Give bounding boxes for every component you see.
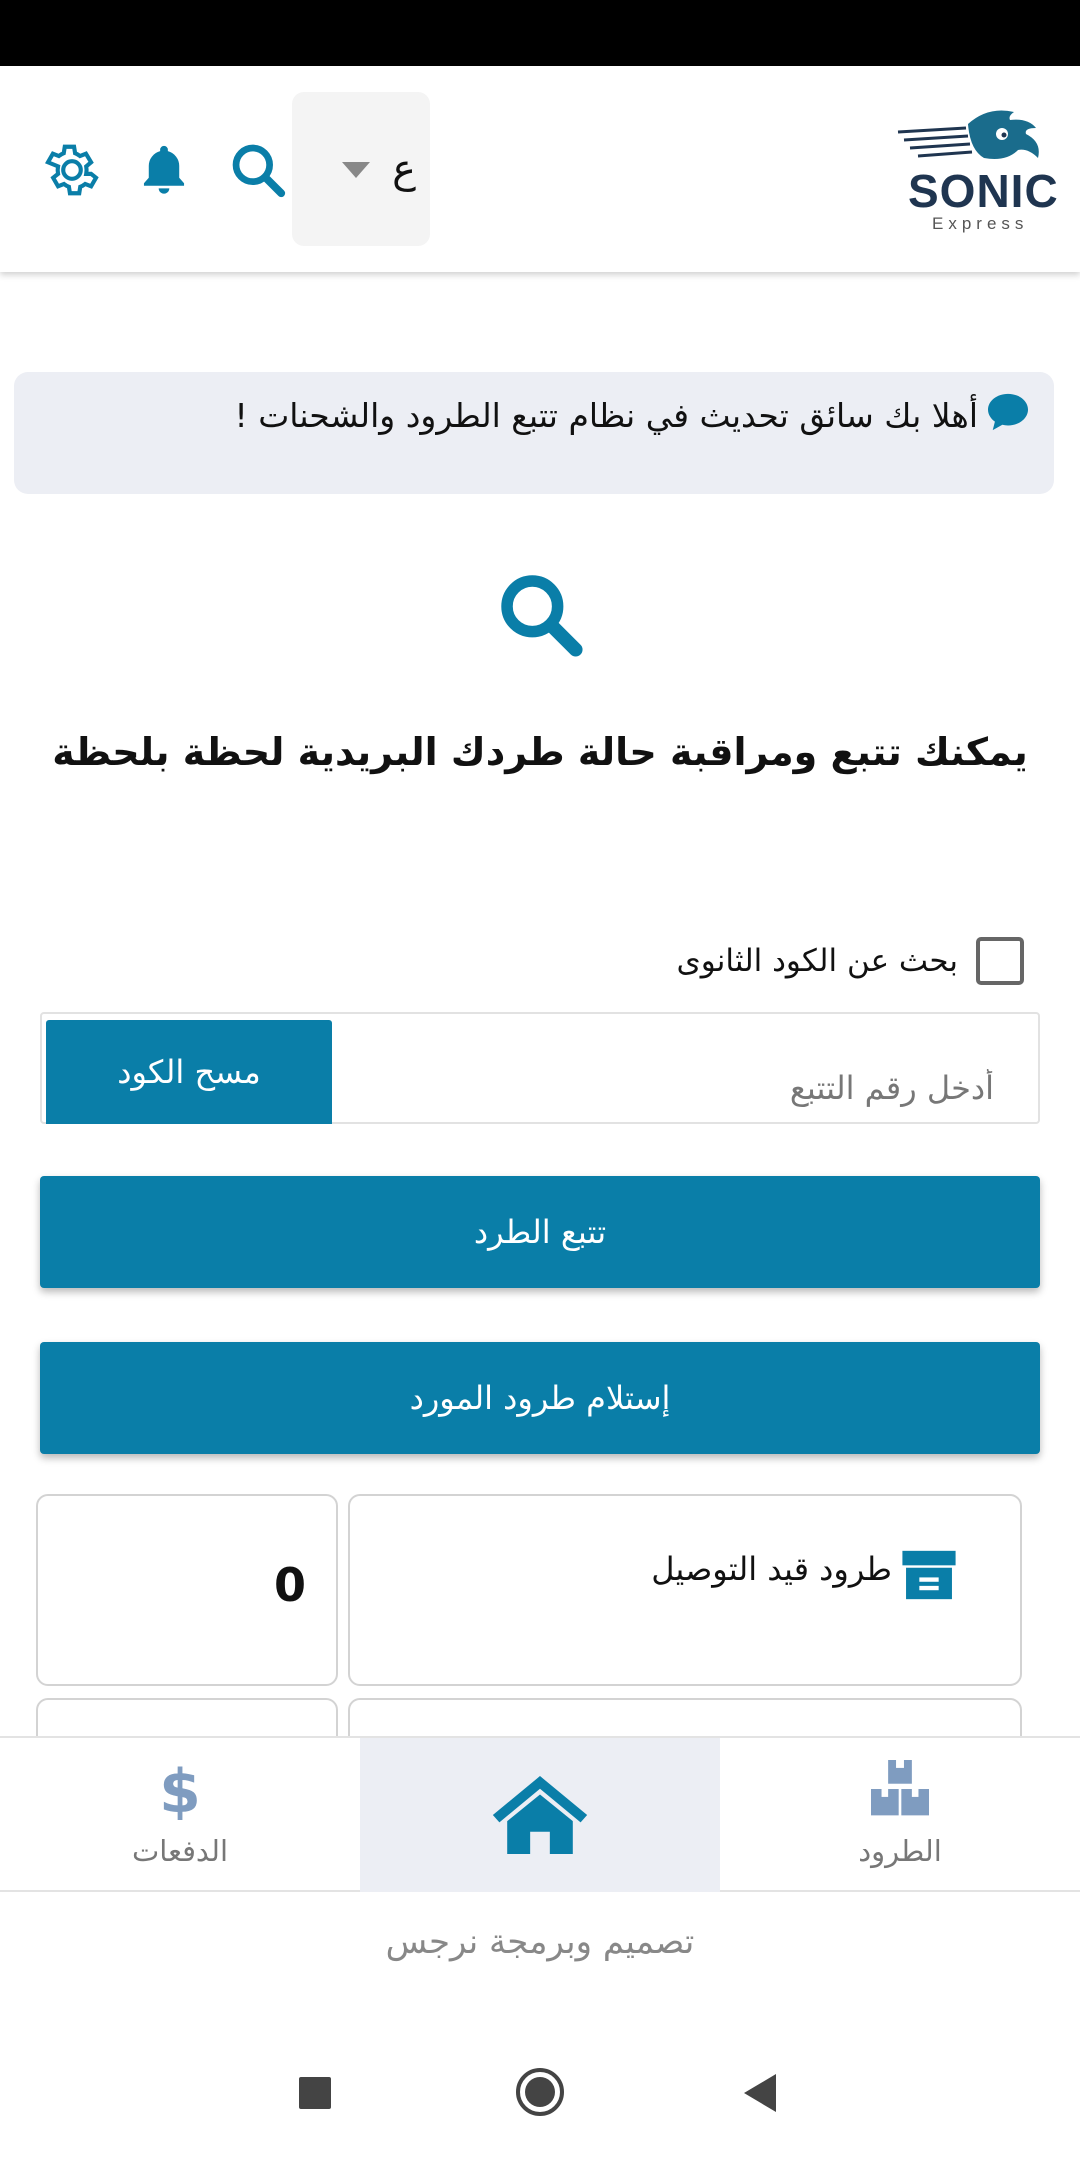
back-icon[interactable] [742, 2072, 778, 2114]
in-delivery-count: 0 [273, 1558, 306, 1612]
nav-home[interactable] [360, 1738, 720, 1892]
tracking-number-input[interactable] [332, 1014, 1038, 1122]
search-icon[interactable] [222, 134, 294, 206]
in-delivery-count-card: 0 [36, 1494, 338, 1686]
nav-parcels-label: الطرود [858, 1834, 942, 1868]
in-delivery-card[interactable]: طرود قيد التوصيل [348, 1494, 1022, 1686]
dollar-icon: $ [160, 1760, 200, 1820]
welcome-banner: أهلا بك سائق تحديث في نظام تتبع الطرود و… [14, 372, 1054, 494]
language-select[interactable]: ع [292, 92, 430, 246]
nav-payments-label: الدفعات [131, 1834, 229, 1868]
in-delivery-title: طرود قيد التوصيل [651, 1550, 892, 1588]
logo-subtext: Express [932, 214, 1029, 233]
archive-box-icon [902, 1550, 956, 1600]
tagline: يمكنك تتبع ومراقبة حالة طردك البريدية لح… [52, 730, 1028, 774]
secondary-code-option[interactable]: بحث عن الكود الثانوى [676, 936, 1024, 986]
settings-icon[interactable] [36, 134, 108, 206]
status-bar [0, 0, 1080, 66]
svg-text:$: $ [160, 1760, 200, 1820]
tracking-input-group: مسح الكود [40, 1012, 1040, 1124]
language-value: ع [392, 146, 416, 192]
welcome-message: أهلا بك سائق تحديث في نظام تتبع الطرود و… [234, 396, 979, 435]
track-search-icon [501, 575, 583, 657]
secondary-code-label: بحث عن الكود الثانوى [676, 943, 959, 979]
home-button-icon[interactable] [514, 2066, 566, 2118]
nav-parcels[interactable]: الطرود [720, 1738, 1080, 1892]
receive-supplier-parcels-button[interactable]: إستلام طرود المورد [40, 1342, 1040, 1454]
credits-text: تصميم وبرمجة نرجس [385, 1922, 695, 1962]
chat-bubble-icon [988, 393, 1028, 431]
dropdown-arrow-icon [342, 162, 370, 178]
nav-payments[interactable]: $ الدفعات [0, 1738, 360, 1892]
secondary-code-checkbox[interactable] [976, 937, 1024, 985]
app-header: ع SONIC Express [0, 66, 1080, 272]
bottom-navigation: $ الدفعات الطرود [0, 1736, 1080, 1892]
scan-code-button[interactable]: مسح الكود [46, 1020, 332, 1124]
boxes-icon [871, 1760, 929, 1816]
notifications-bell-icon[interactable] [128, 134, 200, 206]
recent-apps-icon[interactable] [298, 2076, 332, 2110]
track-parcel-button[interactable]: تتبع الطرد [40, 1176, 1040, 1288]
system-navigation-bar [0, 2030, 1080, 2160]
logo-text: SONIC [908, 165, 1059, 217]
home-icon [492, 1776, 588, 1854]
